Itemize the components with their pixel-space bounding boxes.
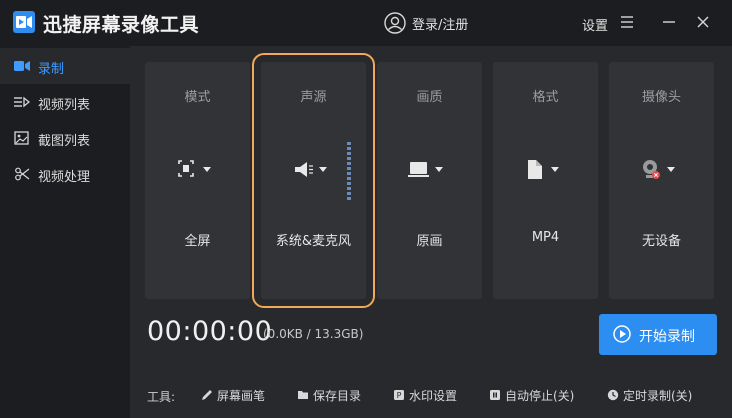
tool-label: 屏幕画笔 xyxy=(217,388,266,403)
screen-pen-button[interactable]: 屏幕画笔 xyxy=(201,386,265,404)
card-value: 原画 xyxy=(416,234,443,249)
start-recording-button[interactable]: 开始录制 xyxy=(599,314,717,355)
file-icon xyxy=(528,160,559,179)
watermark-icon: P xyxy=(394,390,404,400)
sidebar-item-label: 录制 xyxy=(38,62,65,77)
format-card[interactable]: 格式 MP4 xyxy=(493,62,598,299)
app-logo-icon xyxy=(13,11,35,33)
card-value: 全屏 xyxy=(184,234,211,249)
card-title: 声源 xyxy=(300,90,327,105)
video-process-icon xyxy=(15,167,30,181)
scheduled-recording-button[interactable]: 定时录制(关) xyxy=(607,386,692,404)
sidebar-item-screenshot-list[interactable]: 截图列表 xyxy=(0,120,130,156)
title-bar: 迅捷屏幕录像工具 登录/注册 设置 xyxy=(0,0,732,46)
card-value: 无设备 xyxy=(641,234,681,249)
recording-timer: 00:00:00 xyxy=(147,316,273,347)
audio-source-card[interactable]: 声源 系统&麦克风 xyxy=(252,53,375,308)
watermark-settings-button[interactable]: P 水印设置 xyxy=(393,386,457,404)
webcam-card[interactable]: 摄像头 无设备 xyxy=(609,62,714,299)
sidebar-item-label: 视频列表 xyxy=(38,98,91,113)
sidebar: 录制 视频列表 截图列表 视频处理 xyxy=(0,46,130,418)
clock-icon xyxy=(607,389,619,401)
mode-card[interactable]: 模式 全屏 xyxy=(145,62,250,299)
webcam-icon xyxy=(643,160,675,179)
monitor-icon xyxy=(408,162,443,177)
tool-label: 保存目录 xyxy=(313,388,362,403)
tools-bar: 工具: 屏幕画笔 保存目录 P 水印设置 自动停止(关) 定时录制(关) xyxy=(130,380,732,410)
speaker-icon xyxy=(295,162,327,177)
user-avatar-icon xyxy=(384,12,406,34)
auto-stop-icon xyxy=(490,390,500,400)
folder-icon xyxy=(298,391,308,399)
card-title: 模式 xyxy=(184,90,211,105)
login-label: 登录/注册 xyxy=(412,17,469,33)
sidebar-item-label: 视频处理 xyxy=(38,170,91,185)
card-value: 系统&麦克风 xyxy=(275,234,352,249)
fullscreen-icon xyxy=(178,160,211,177)
sidebar-item-video-list[interactable]: 视频列表 xyxy=(0,84,130,120)
play-icon xyxy=(613,325,631,343)
card-value: MP4 xyxy=(531,230,560,245)
screenshot-list-icon xyxy=(14,131,29,145)
volume-level-meter xyxy=(347,142,351,200)
video-camera-icon xyxy=(14,61,30,71)
video-list-icon xyxy=(14,96,30,108)
svg-text:P: P xyxy=(397,391,402,400)
sidebar-item-video-process[interactable]: 视频处理 xyxy=(0,156,130,192)
sidebar-item-record[interactable]: 录制 xyxy=(0,48,130,84)
settings-button[interactable]: 设置 xyxy=(582,15,608,34)
close-icon[interactable] xyxy=(694,13,712,31)
quality-card[interactable]: 画质 原画 xyxy=(377,62,482,299)
card-title: 画质 xyxy=(416,90,443,105)
file-size-status: (0.0KB / 13.3GB) xyxy=(263,327,364,341)
app-title: 迅捷屏幕录像工具 xyxy=(43,14,200,36)
main-panel: 模式 全屏 声源 系统&麦克风 画质 原画 格式 MP4 摄像头 无设备 00:… xyxy=(130,46,732,418)
tool-label: 定时录制(关) xyxy=(623,388,693,403)
pen-icon xyxy=(202,390,212,400)
minimize-icon[interactable] xyxy=(660,13,678,31)
auto-stop-button[interactable]: 自动停止(关) xyxy=(489,386,574,404)
tool-label: 自动停止(关) xyxy=(505,388,575,403)
sidebar-item-label: 截图列表 xyxy=(38,134,91,149)
tool-label: 水印设置 xyxy=(409,388,458,403)
start-recording-label: 开始录制 xyxy=(639,329,695,345)
login-button[interactable]: 登录/注册 xyxy=(384,11,468,35)
menu-icon[interactable] xyxy=(618,13,636,31)
card-title: 摄像头 xyxy=(641,90,681,105)
card-title: 格式 xyxy=(532,90,559,105)
save-directory-button[interactable]: 保存目录 xyxy=(297,386,361,404)
tools-label: 工具: xyxy=(147,390,176,404)
